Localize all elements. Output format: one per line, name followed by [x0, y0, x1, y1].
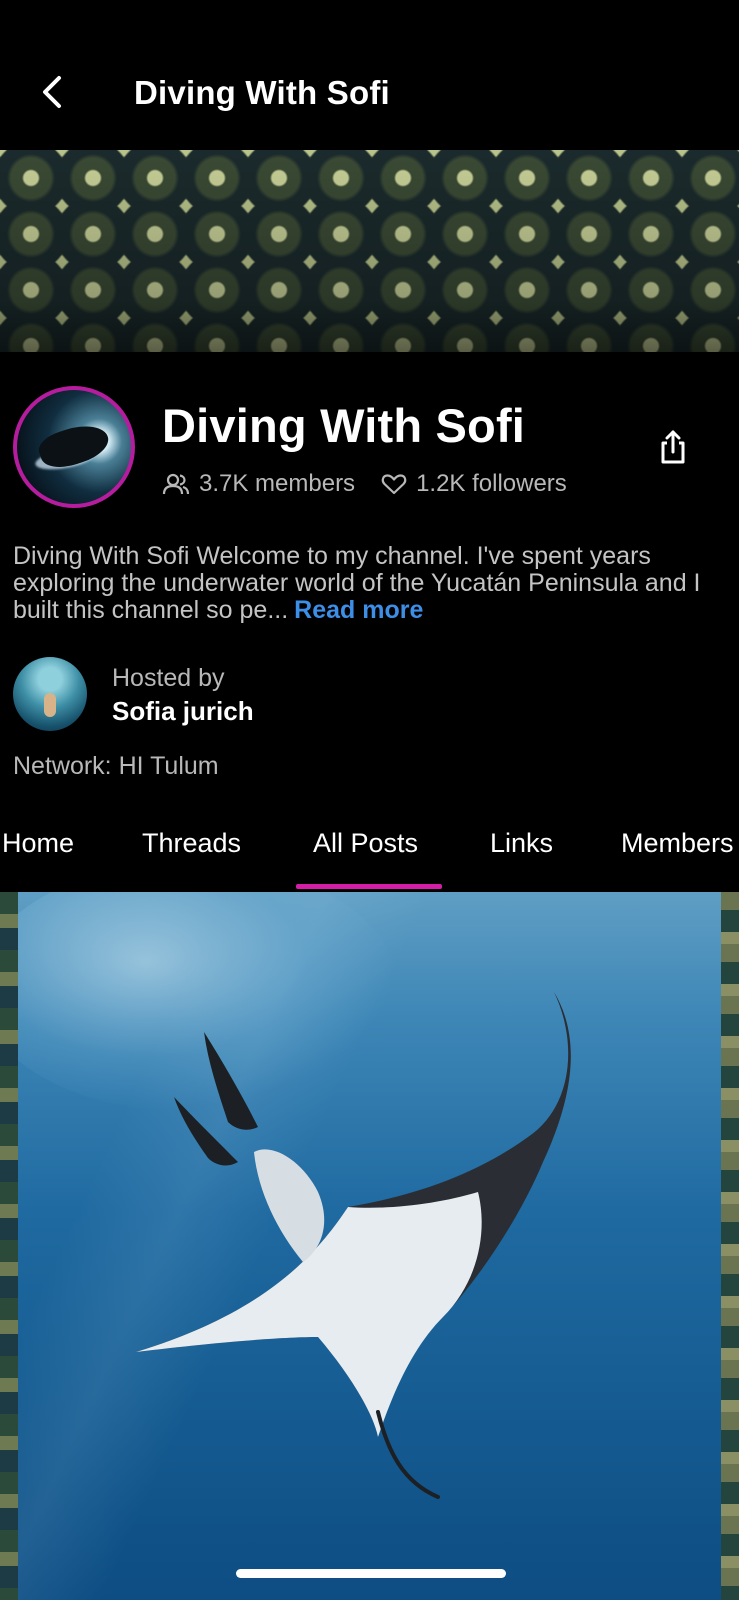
channel-description: Diving With Sofi Welcome to my channel. …: [13, 543, 725, 624]
channel-avatar[interactable]: [13, 386, 135, 508]
channel-name: Diving With Sofi: [162, 399, 526, 452]
heart-icon: [381, 474, 407, 495]
host-name[interactable]: Sofia jurich: [112, 696, 254, 727]
page-title: Diving With Sofi: [134, 74, 390, 111]
people-icon: [162, 473, 190, 495]
hosted-by-label: Hosted by: [112, 664, 225, 692]
back-button[interactable]: [30, 70, 74, 114]
share-button[interactable]: [650, 424, 696, 470]
network-label: Network: HI Tulum: [13, 752, 219, 780]
posts-feed[interactable]: [0, 892, 739, 1600]
host-avatar-figure: [44, 693, 56, 717]
tab-links[interactable]: Links: [490, 828, 553, 859]
share-icon: [661, 430, 685, 464]
chevron-left-icon: [43, 76, 61, 108]
post-image[interactable]: [18, 892, 721, 1600]
top-bar: Diving With Sofi: [0, 0, 739, 150]
channel-stats: 3.7K members 1.2K followers: [162, 470, 567, 498]
previous-post-edge[interactable]: [0, 892, 18, 1600]
tab-all-posts[interactable]: All Posts: [313, 828, 418, 859]
next-post-edge[interactable]: [721, 892, 739, 1600]
members-count: 3.7K members: [199, 470, 356, 497]
home-indicator: [236, 1569, 506, 1578]
tab-members[interactable]: Members: [621, 828, 734, 859]
host-avatar[interactable]: [13, 657, 87, 731]
followers-stat[interactable]: 1.2K followers: [381, 470, 567, 498]
active-tab-indicator: [296, 884, 442, 889]
read-more-link[interactable]: Read more: [294, 596, 423, 624]
tab-bar: Home Threads All Posts Links Members: [0, 816, 739, 889]
followers-count: 1.2K followers: [416, 470, 567, 497]
tab-threads[interactable]: Threads: [142, 828, 241, 859]
manta-ray-illustration: [136, 992, 571, 1499]
tab-home[interactable]: Home: [2, 828, 74, 859]
cover-image: [0, 150, 739, 352]
members-stat[interactable]: 3.7K members: [162, 470, 355, 498]
